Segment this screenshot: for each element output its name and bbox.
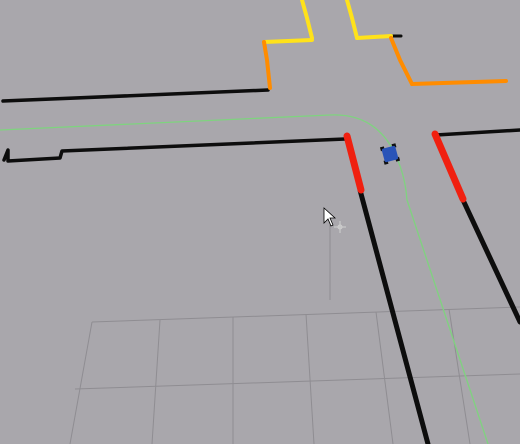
grid-line xyxy=(305,313,315,444)
move-tool-handle-icon[interactable] xyxy=(334,221,346,233)
3d-viewport[interactable] xyxy=(0,0,520,444)
wall-segment xyxy=(2,137,347,163)
cursor-arrow xyxy=(323,207,337,227)
grid-line xyxy=(151,319,161,444)
scan-yellow xyxy=(355,34,393,40)
scan-orange xyxy=(262,40,272,90)
scan-orange xyxy=(410,79,508,86)
wall-segment xyxy=(460,197,520,325)
mouse-pointer-icon xyxy=(323,207,337,227)
grid-line xyxy=(69,321,93,444)
wall-segment xyxy=(1,88,270,103)
wall-segment xyxy=(357,187,431,444)
scan-yellow xyxy=(300,0,314,40)
map-scene[interactable] xyxy=(0,0,520,444)
scan-red xyxy=(343,132,365,194)
wall-segment xyxy=(434,128,520,137)
robot-icon[interactable] xyxy=(379,143,401,165)
scan-orange xyxy=(389,36,414,86)
scan-red xyxy=(431,130,467,203)
grid-line xyxy=(74,373,520,390)
ground-grid xyxy=(69,220,520,444)
scan-yellow xyxy=(345,0,359,40)
laser-scan xyxy=(262,0,508,203)
scan-yellow xyxy=(262,38,314,44)
